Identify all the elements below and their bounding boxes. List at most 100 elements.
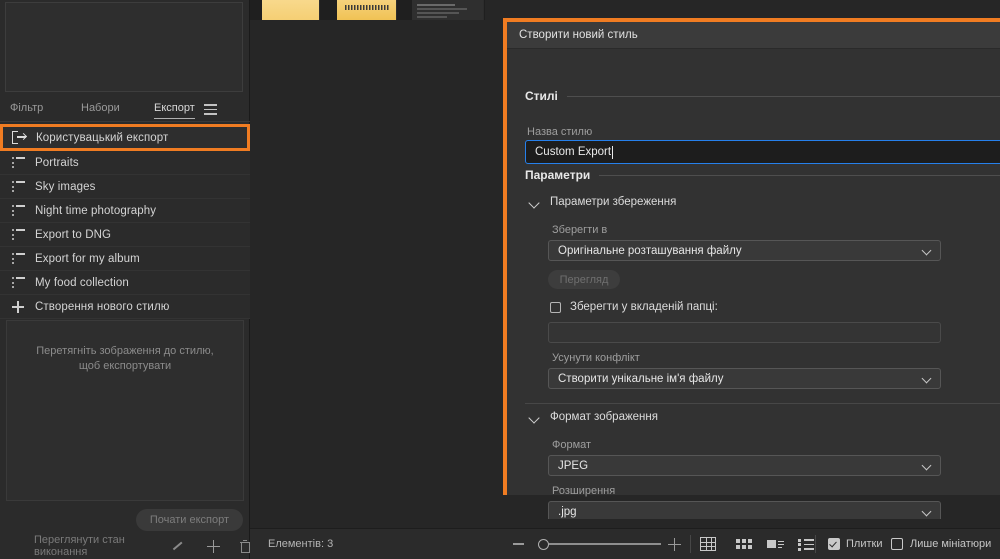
- group-header-save-options[interactable]: Параметри збереження: [525, 189, 1000, 215]
- group-save-options: Параметри збереження Зберегти в Оригінал…: [525, 189, 1000, 404]
- chevron-down-icon: [529, 197, 540, 208]
- list-icon: [12, 253, 25, 264]
- preset-item-portraits[interactable]: Portraits: [0, 151, 250, 175]
- params-section-header: Параметри: [525, 168, 1000, 182]
- extension-select[interactable]: .jpg: [548, 501, 941, 519]
- style-name-input[interactable]: Custom Export: [525, 140, 1000, 164]
- divider: [690, 535, 691, 553]
- chevron-down-icon: [529, 412, 540, 423]
- preset-item-night-time-photography[interactable]: Night time photography: [0, 199, 250, 223]
- zoom-out-icon[interactable]: [513, 543, 524, 545]
- zoom-slider-track[interactable]: [549, 543, 661, 545]
- dialog-title: Створити новий стиль: [519, 29, 638, 41]
- preset-list: Користувацький експорт Portraits Sky ima…: [0, 124, 250, 319]
- thumbnail-item[interactable]: [337, 0, 397, 20]
- application-window: Фільтр Набори Експорт Користувацький екс…: [0, 0, 1000, 559]
- preset-label: Export for my album: [35, 252, 140, 265]
- style-name-label: Назва стилю: [527, 126, 593, 138]
- preview-area: [5, 2, 243, 92]
- extension-label: Розширення: [552, 485, 616, 497]
- styles-section-title: Стилі: [525, 89, 558, 103]
- item-count-label: Елементів: 3: [268, 538, 334, 550]
- export-icon: [12, 131, 28, 144]
- list-view-icon[interactable]: [798, 538, 814, 551]
- grid-view-icon[interactable]: [700, 537, 716, 551]
- chevron-down-icon: [923, 247, 931, 255]
- conflict-label: Усунути конфлікт: [552, 352, 640, 364]
- preset-label: Night time photography: [35, 204, 157, 217]
- workspace: Створити новий стиль Стилі Назва стилю C…: [250, 0, 1000, 559]
- chevron-down-icon: [923, 375, 931, 383]
- section-divider: [599, 174, 1000, 176]
- save-to-value: Оригінальне розташування файлу: [558, 244, 742, 257]
- tiles-checkbox-label: Плитки: [846, 538, 883, 550]
- preset-item-custom-export[interactable]: Користувацький експорт: [0, 124, 250, 151]
- format-select[interactable]: JPEG: [548, 455, 941, 476]
- preset-item-export-for-my-album[interactable]: Export for my album: [0, 247, 250, 271]
- detail-view-icon[interactable]: [767, 539, 784, 550]
- thumbnail-item[interactable]: [262, 0, 320, 20]
- preset-label: Portraits: [35, 156, 79, 169]
- section-divider: [566, 95, 1000, 97]
- tab-sets[interactable]: Набори: [81, 102, 120, 118]
- subfolder-checkbox[interactable]: [550, 301, 561, 313]
- divider: [815, 535, 816, 553]
- list-icon: [12, 157, 25, 168]
- preset-item-create-new-style[interactable]: Створення нового стилю: [0, 295, 250, 319]
- conflict-select[interactable]: Створити унікальне ім'я файлу: [548, 368, 941, 389]
- preset-item-export-to-dng[interactable]: Export to DNG: [0, 223, 250, 247]
- thumbnails-only-label: Лише мініатюри: [910, 538, 992, 550]
- tab-filter[interactable]: Фільтр: [10, 102, 43, 118]
- tiles-view-icon[interactable]: [736, 538, 752, 550]
- thumbnails-only-checkbox[interactable]: [891, 538, 903, 550]
- export-panel: Фільтр Набори Експорт Користувацький екс…: [0, 0, 251, 559]
- preset-item-sky-images[interactable]: Sky images: [0, 175, 250, 199]
- plus-icon: [12, 301, 25, 313]
- list-icon: [12, 277, 25, 288]
- start-export-button[interactable]: Почати експорт: [135, 509, 243, 531]
- group-title: Формат зображення: [550, 411, 658, 423]
- format-label: Формат: [552, 439, 592, 451]
- group-header-image-format[interactable]: Формат зображення: [525, 404, 1000, 430]
- text-caret: [612, 145, 614, 159]
- zoom-slider-handle[interactable]: [538, 538, 549, 550]
- panel-footer: Переглянути стан виконання: [0, 533, 251, 559]
- dialog-body: Стилі Назва стилю Custom Export Зберегти…: [507, 49, 1000, 519]
- subfolder-name-input[interactable]: [548, 322, 941, 343]
- preset-label: Sky images: [35, 180, 96, 193]
- image-drop-zone[interactable]: Перетягніть зображення до стилю, щоб екс…: [6, 320, 244, 501]
- view-progress-link[interactable]: Переглянути стан виконання: [34, 534, 170, 558]
- styles-section-header: Стилі: [525, 89, 1000, 103]
- browse-button: Перегляд: [548, 270, 620, 289]
- trash-icon[interactable]: [239, 539, 251, 553]
- tab-export[interactable]: Експорт: [154, 102, 195, 119]
- panel-tab-bar: Фільтр Набори Експорт: [0, 100, 250, 122]
- save-to-label: Зберегти в: [552, 224, 608, 236]
- status-bar: Елементів: 3 Плитки Лише мініатюри: [250, 528, 1000, 559]
- list-icon: [12, 181, 25, 192]
- save-to-select[interactable]: Оригінальне розташування файлу: [548, 240, 941, 261]
- preset-item-my-food-collection[interactable]: My food collection: [0, 271, 250, 295]
- params-scroll-area: Параметри збереження Зберегти в Оригінал…: [525, 189, 1000, 519]
- list-icon: [12, 229, 25, 240]
- create-new-style-dialog: Створити новий стиль Стилі Назва стилю C…: [503, 18, 1000, 519]
- thumbnail-strip-empty: [485, 0, 1000, 20]
- params-section-title: Параметри: [525, 168, 591, 182]
- dialog-titlebar: Створити новий стиль: [507, 22, 1000, 49]
- pencil-icon[interactable]: [171, 540, 182, 552]
- hamburger-menu-icon[interactable]: [204, 104, 217, 115]
- preset-label: Створення нового стилю: [35, 300, 170, 313]
- chevron-down-icon: [923, 462, 931, 470]
- tiles-checkbox[interactable]: [828, 538, 840, 550]
- subfolder-checkbox-row[interactable]: Зберегти у вкладеній папці:: [550, 301, 1000, 313]
- add-icon[interactable]: [206, 539, 220, 553]
- subfolder-checkbox-label: Зберегти у вкладеній папці:: [570, 301, 718, 313]
- style-name-value: Custom Export: [535, 146, 612, 158]
- preset-label: Користувацький експорт: [36, 131, 169, 144]
- preset-label: My food collection: [35, 276, 129, 289]
- drop-zone-text: Перетягніть зображення до стилю, щоб екс…: [36, 345, 214, 372]
- zoom-in-icon[interactable]: [668, 537, 681, 551]
- group-title: Параметри збереження: [550, 196, 677, 208]
- thumbnail-item[interactable]: [412, 0, 484, 20]
- format-value: JPEG: [558, 459, 589, 472]
